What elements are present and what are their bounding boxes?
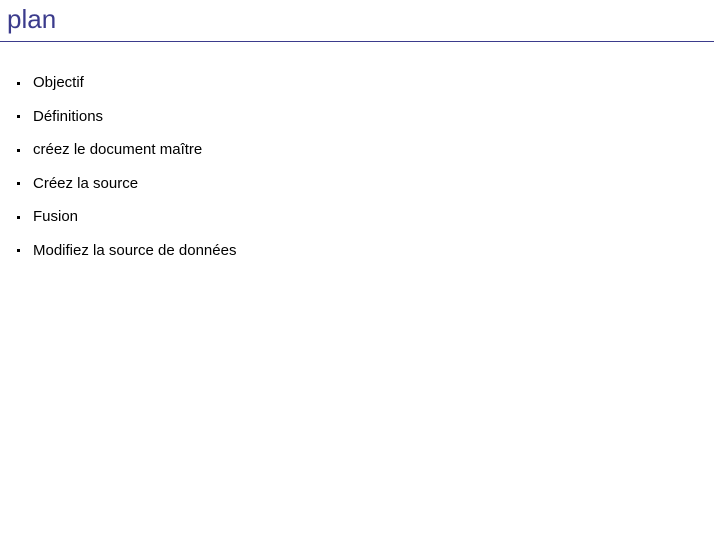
list-item: Modifiez la source de données	[0, 234, 700, 268]
bullet-icon	[17, 182, 20, 186]
title-divider	[0, 41, 714, 42]
bullet-icon	[17, 115, 20, 119]
list-item-label: Créez la source	[33, 174, 139, 192]
list-item-label: Fusion	[33, 208, 79, 225]
presentation-slide: plan Objectif Définitions créez le docum…	[0, 0, 720, 540]
bullet-icon	[17, 81, 20, 85]
list-item-label: Modifiez la source de données	[33, 241, 237, 259]
list-item: Créez la source	[0, 167, 700, 201]
list-item: Fusion	[0, 200, 700, 234]
list-item-label: créez le document maître	[33, 141, 203, 158]
list-item: Définitions	[0, 100, 700, 134]
list-item-label: Définitions	[33, 107, 104, 125]
page-title: plan	[7, 4, 57, 34]
list-item-label: Objectif	[33, 74, 84, 91]
slide-title-area: plan	[0, 0, 720, 43]
bullet-icon	[17, 148, 20, 152]
list-item: Objectif	[0, 66, 700, 100]
bullet-icon	[17, 249, 20, 253]
agenda-bullet-list: Objectif Définitions créez le document m…	[0, 66, 700, 267]
list-item: créez le document maître	[0, 133, 700, 167]
bullet-icon	[17, 215, 20, 219]
